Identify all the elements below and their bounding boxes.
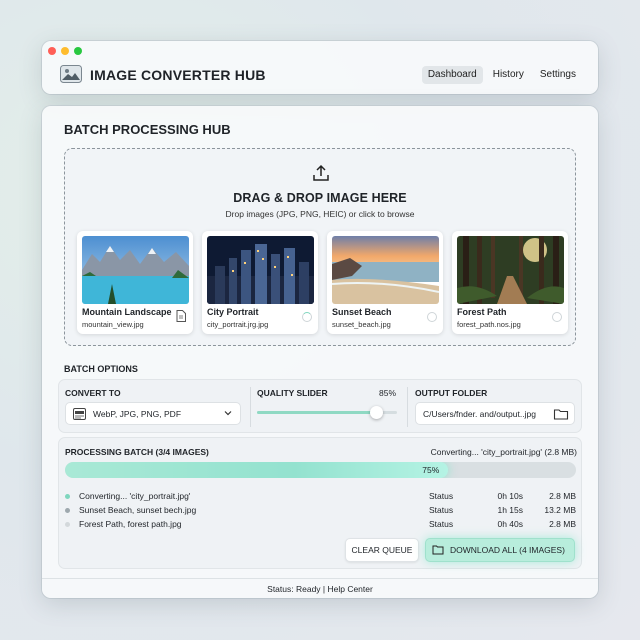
image-filename: mountain_view.jpg <box>82 320 144 329</box>
app-header-window: IMAGE CONVERTER HUB Dashboard History Se… <box>42 41 598 94</box>
quality-slider-thumb[interactable] <box>369 406 383 419</box>
status-bar: Status: Ready | Help Center <box>42 578 598 598</box>
chevron-down-icon <box>224 411 232 416</box>
app-title: IMAGE CONVERTER HUB <box>90 67 266 83</box>
queue-row-time: 1h 15s <box>497 505 523 515</box>
image-thumbnail <box>207 236 314 304</box>
convert-to-label: CONVERT TO <box>65 388 121 398</box>
progress-percent: 75% <box>422 465 440 475</box>
queue-row-status: Status <box>429 505 454 515</box>
queue-row-status: Status <box>429 491 454 501</box>
image-filename: city_portrait.jrg.jpg <box>207 320 269 329</box>
maximize-window-button[interactable] <box>74 47 82 55</box>
queue-row-time: 0h 10s <box>497 491 523 501</box>
pending-circle-icon <box>427 312 437 322</box>
folder-icon <box>432 545 444 555</box>
image-card[interactable]: Mountain Landscape mountain_view.jpg <box>77 231 193 334</box>
image-landscape-icon <box>60 65 82 83</box>
tab-settings[interactable]: Settings <box>534 66 582 84</box>
image-card[interactable]: Forest Path forest_path.nos.jpg <box>452 231 568 334</box>
image-name: City Portrait <box>207 307 259 317</box>
quality-slider[interactable] <box>257 406 397 419</box>
image-thumbnail <box>332 236 439 304</box>
image-name: Mountain Landscape <box>82 307 172 317</box>
queue-row-name: Converting... 'city_portrait.jpg' <box>79 491 191 501</box>
minimize-window-button[interactable] <box>61 47 69 55</box>
image-thumbnail <box>82 236 189 304</box>
tab-history[interactable]: History <box>487 66 530 84</box>
download-all-label: DOWNLOAD ALL (4 IMAGES) <box>450 545 565 555</box>
image-name: Sunset Beach <box>332 307 392 317</box>
status-dot <box>65 508 70 513</box>
output-folder-field[interactable]: C/Users/fnder. and/output..jpg <box>415 402 575 425</box>
queue-row-size: 13.2 MB <box>544 505 576 515</box>
upload-icon <box>313 164 329 181</box>
image-card[interactable]: Sunset Beach sunset_beach.jpg <box>327 231 443 334</box>
folder-icon[interactable] <box>553 407 569 421</box>
output-folder-label: OUTPUT FOLDER <box>415 388 488 398</box>
processing-title: PROCESSING BATCH (3/4 IMAGES) <box>65 447 209 457</box>
batch-options-label: BATCH OPTIONS <box>64 364 138 374</box>
pending-circle-icon <box>552 312 562 322</box>
close-window-button[interactable] <box>48 47 56 55</box>
batch-processing-panel: BATCH PROCESSING HUB DRAG & DROP IMAGE H… <box>42 106 598 598</box>
format-select-value: WebP, JPG, PNG, PDF <box>93 409 182 419</box>
image-filename: forest_path.nos.jpg <box>457 320 521 329</box>
queue-row: Converting... 'city_portrait.jpg' Status… <box>65 491 576 504</box>
quality-label: QUALITY SLIDER <box>257 388 328 398</box>
dropzone-title: DRAG & DROP IMAGE HERE <box>233 191 407 205</box>
queue-row-size: 2.8 MB <box>549 519 576 529</box>
file-done-icon <box>176 310 186 322</box>
image-name: Forest Path <box>457 307 507 317</box>
processing-current-file: Converting... 'city_portrait.jpg' (2.8 M… <box>430 447 577 457</box>
divider <box>250 387 251 427</box>
queue-row: Forest Path, forest path.jpg Status 0h 4… <box>65 519 576 532</box>
divider <box>407 387 408 427</box>
format-select[interactable]: WebP, JPG, PNG, PDF <box>65 402 241 425</box>
output-folder-path: C/Users/fnder. and/output..jpg <box>423 409 536 419</box>
progress-bar-fill <box>65 462 449 478</box>
file-format-icon <box>73 408 86 420</box>
queue-row-status: Status <box>429 519 454 529</box>
queue-row-time: 0h 40s <box>497 519 523 529</box>
queue-row-name: Sunset Beach, sunset bech.jpg <box>79 505 197 515</box>
quality-value: 85% <box>379 388 397 398</box>
status-dot <box>65 522 70 527</box>
queue-row: Sunset Beach, sunset bech.jpg Status 1h … <box>65 505 576 518</box>
batch-options-panel: CONVERT TO WebP, JPG, PNG, PDF QUALITY S… <box>58 379 582 433</box>
window-controls <box>48 47 82 55</box>
download-all-button[interactable]: DOWNLOAD ALL (4 IMAGES) <box>425 538 575 562</box>
queue-row-name: Forest Path, forest path.jpg <box>79 519 182 529</box>
main-nav: Dashboard History Settings <box>421 66 582 84</box>
loading-spinner-icon <box>302 312 312 322</box>
tab-dashboard[interactable]: Dashboard <box>421 66 483 84</box>
queue-row-size: 2.8 MB <box>549 491 576 501</box>
page-title: BATCH PROCESSING HUB <box>64 122 231 137</box>
image-filename: sunset_beach.jpg <box>332 320 391 329</box>
status-dot <box>65 494 70 499</box>
image-thumbnail <box>457 236 564 304</box>
processing-panel: PROCESSING BATCH (3/4 IMAGES) Converting… <box>58 437 582 569</box>
image-card[interactable]: City Portrait city_portrait.jrg.jpg <box>202 231 318 334</box>
clear-queue-button[interactable]: CLEAR QUEUE <box>345 538 419 562</box>
dropzone-subtitle: Drop images (JPG, PNG, HEIC) or click to… <box>225 209 415 219</box>
quality-slider-fill <box>257 411 376 414</box>
drop-zone[interactable]: DRAG & DROP IMAGE HERE Drop images (JPG,… <box>64 148 576 346</box>
progress-bar: 75% <box>65 462 576 478</box>
